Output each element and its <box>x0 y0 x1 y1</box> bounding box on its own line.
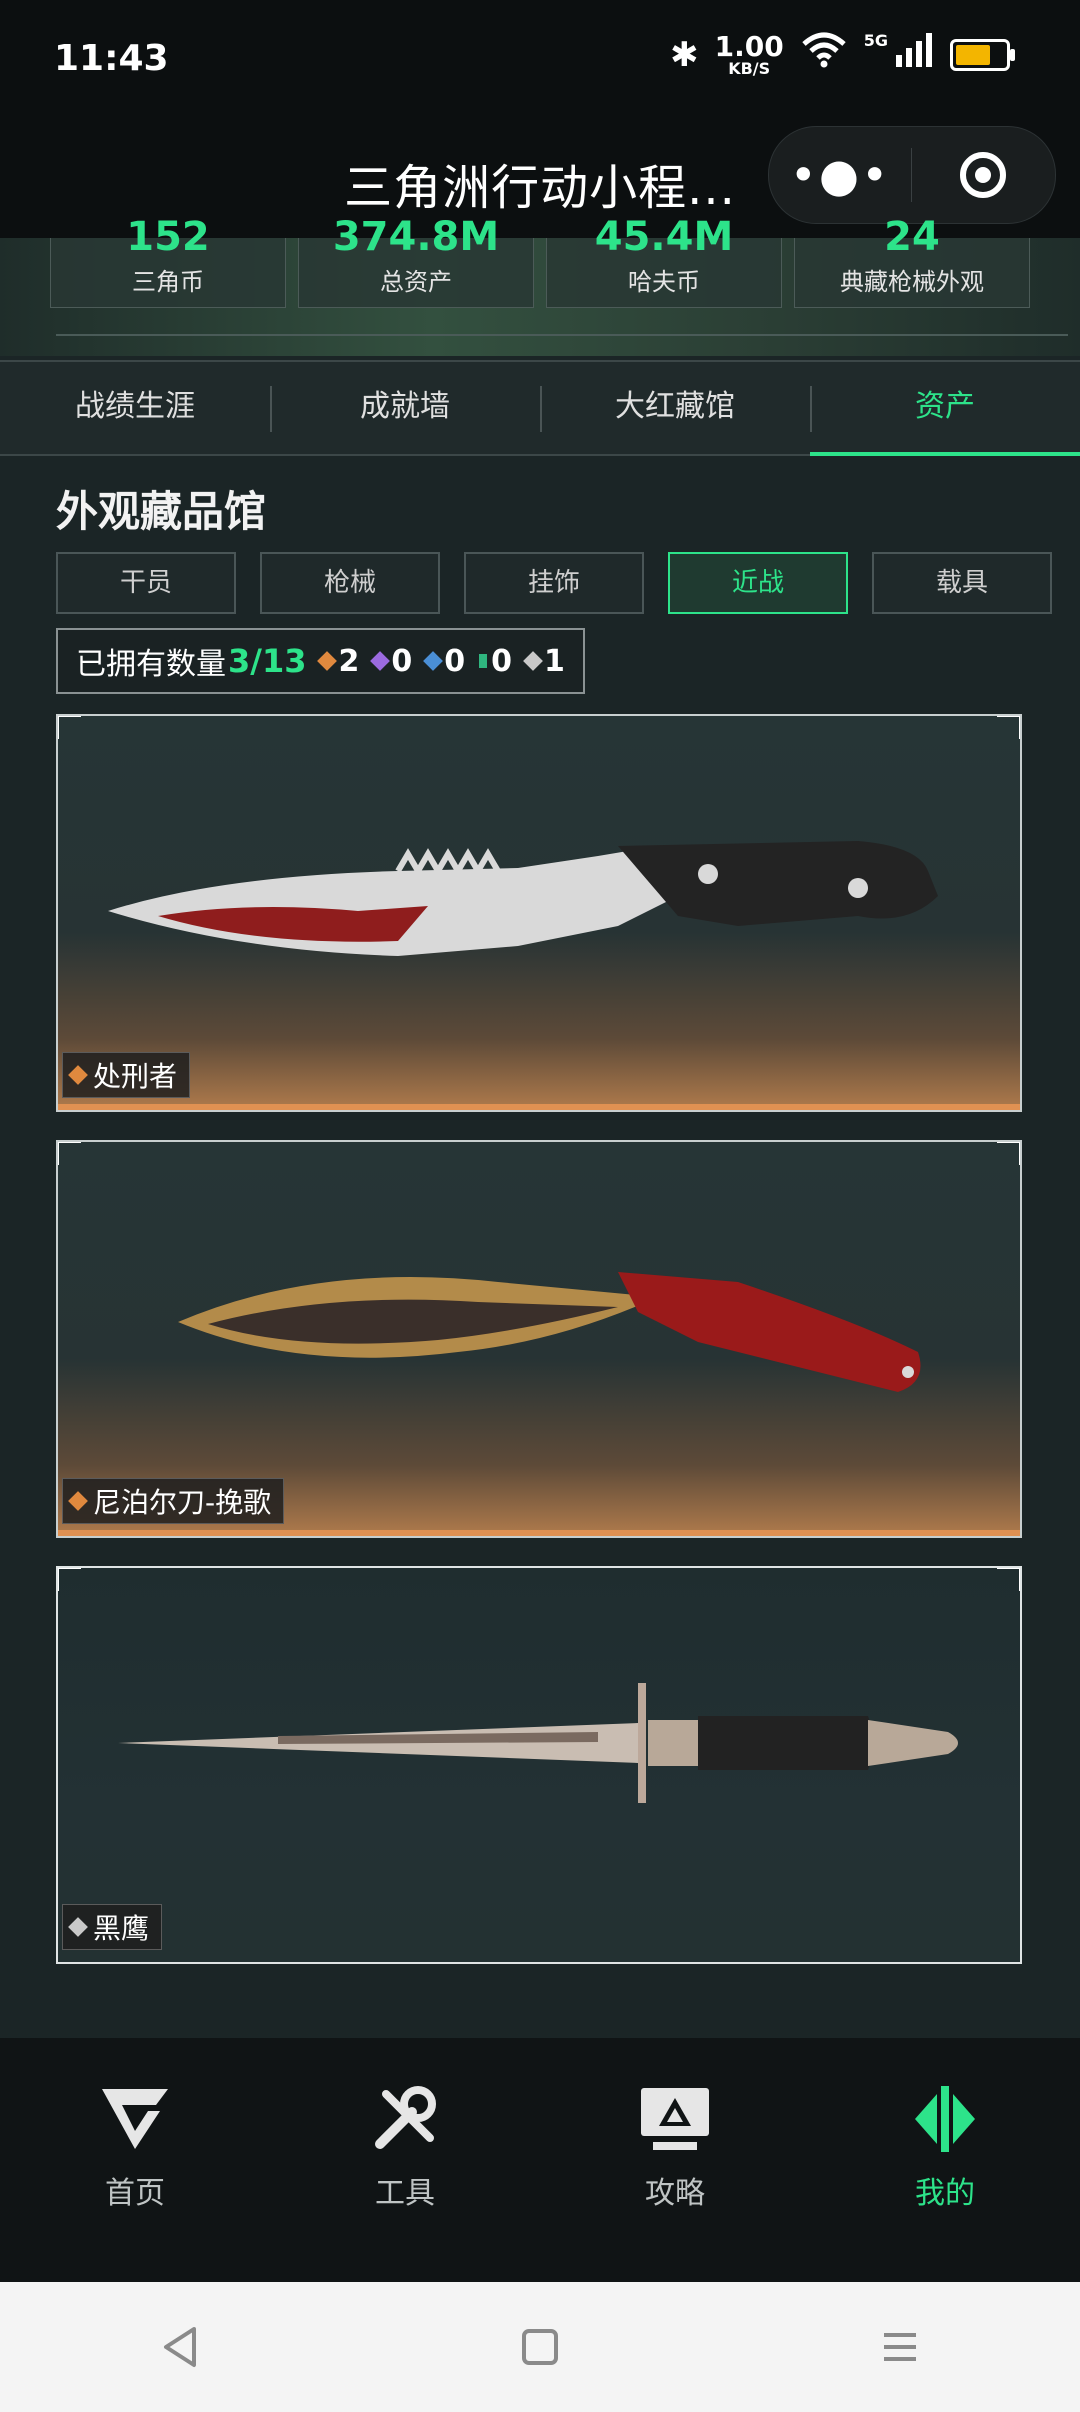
stat-value: 45.4M <box>594 214 734 260</box>
item-name: 黑鹰 <box>93 1912 150 1945</box>
status-icons: ✱ 1.00 KB/S 5G <box>670 29 1015 78</box>
stat-value: 374.8M <box>332 214 500 260</box>
stat-label: 典藏枪械外观 <box>840 268 984 296</box>
home-button[interactable] <box>495 2302 585 2392</box>
nav-label: 工具 <box>375 2176 435 2211</box>
nav-guide[interactable]: 攻略 <box>540 2038 810 2282</box>
status-bar: 11:43 ✱ 1.00 KB/S 5G <box>0 0 1080 120</box>
stat-card: 374.8M 总资产 <box>298 214 534 308</box>
network-speed: 1.00 KB/S <box>714 29 784 78</box>
signal-icon <box>894 33 934 76</box>
close-button[interactable] <box>912 152 1054 198</box>
rarity-count: 0 <box>491 643 512 679</box>
more-dots-icon[interactable]: •●• <box>769 148 911 202</box>
asset-stats: 152 三角币 374.8M 总资产 45.4M 哈夫币 24 典藏枪械外观 <box>0 214 1080 356</box>
guide-monitor-icon <box>540 2084 810 2154</box>
system-nav-bar <box>0 2282 1080 2412</box>
section-title: 外观藏品馆 <box>56 487 267 536</box>
rarity-green: 0 <box>479 644 512 679</box>
knife-image-executioner <box>108 841 938 956</box>
rarity-purple: 0 <box>370 643 413 679</box>
item-name-tag: 尼泊尔刀-挽歌 <box>62 1478 285 1524</box>
stat-value: 24 <box>884 214 940 260</box>
item-name: 处刑者 <box>93 1060 178 1093</box>
rarity-count: 0 <box>444 643 466 679</box>
menu-lines-icon <box>884 2333 916 2361</box>
stat-label: 总资产 <box>380 268 452 296</box>
item-name: 尼泊尔刀-挽歌 <box>93 1486 272 1519</box>
rarity-orange: 2 <box>317 643 360 679</box>
rarity-diamond-icon <box>68 1065 88 1085</box>
capsule-menu: •●• <box>768 126 1056 224</box>
item-card[interactable]: 处刑者 <box>56 714 1022 1112</box>
rarity-diamond-icon <box>68 1491 88 1511</box>
tools-icon <box>270 2084 540 2154</box>
rarity-diamond-icon <box>370 651 391 671</box>
tab-achievements[interactable]: 成就墙 <box>270 362 540 454</box>
knife-image-kukri <box>178 1272 921 1392</box>
rarity-diamond-icon <box>423 651 444 671</box>
rarity-diamond-icon <box>68 1917 88 1937</box>
menu-button[interactable] <box>855 2302 945 2392</box>
profile-logo-icon <box>810 2084 1080 2154</box>
category-vehicles[interactable]: 载具 <box>872 552 1052 614</box>
rarity-bar <box>58 1530 1020 1536</box>
rarity-count: 1 <box>543 643 565 679</box>
home-square-icon <box>522 2329 558 2365</box>
tab-red-collection[interactable]: 大红藏馆 <box>540 362 810 454</box>
home-logo-icon <box>0 2084 270 2154</box>
item-name-tag: 处刑者 <box>62 1052 191 1098</box>
category-melee[interactable]: 近战 <box>668 552 848 614</box>
nav-label: 我的 <box>915 2176 975 2211</box>
target-icon <box>960 152 1006 198</box>
bluetooth-icon: ✱ <box>670 34 699 75</box>
nav-label: 攻略 <box>645 2176 705 2211</box>
stats-divider <box>56 334 1068 336</box>
category-operator[interactable]: 干员 <box>56 552 236 614</box>
item-name-tag: 黑鹰 <box>62 1904 163 1950</box>
nav-label: 首页 <box>105 2176 165 2211</box>
category-charms[interactable]: 挂饰 <box>464 552 644 614</box>
rarity-count: 2 <box>338 643 360 679</box>
tab-assets[interactable]: 资产 <box>810 362 1080 456</box>
owned-count: 3/13 <box>228 642 307 680</box>
profile-tabs: 战绩生涯 成就墙 大红藏馆 资产 <box>0 360 1080 456</box>
category-filter: 干员 枪械 挂饰 近战 载具 <box>56 552 1052 614</box>
battery-icon <box>950 38 1015 71</box>
stat-card: 24 典藏枪械外观 <box>794 214 1030 308</box>
network-type: 5G <box>863 31 888 50</box>
knife-image-black-eagle <box>118 1683 958 1803</box>
nav-home[interactable]: 首页 <box>0 2038 270 2282</box>
rarity-diamond-icon <box>479 654 488 668</box>
stat-card: 45.4M 哈夫币 <box>546 214 782 308</box>
speed-value: 1.00 <box>714 29 784 63</box>
item-card[interactable]: 尼泊尔刀-挽歌 <box>56 1140 1022 1538</box>
rarity-diamond-icon <box>317 651 338 671</box>
status-time: 11:43 <box>54 38 169 79</box>
rarity-white: 1 <box>523 643 565 679</box>
rarity-blue: 0 <box>423 643 466 679</box>
stat-label: 哈夫币 <box>628 268 700 296</box>
back-triangle-icon <box>164 2327 196 2367</box>
bottom-nav: 首页 工具 攻略 我的 <box>0 2038 1080 2282</box>
owned-count-bar: 已拥有数量 3/13 2 0 0 0 1 <box>56 628 585 694</box>
stat-value: 152 <box>126 214 210 260</box>
speed-unit: KB/S <box>728 58 771 78</box>
item-card[interactable]: 黑鹰 <box>56 1566 1022 1964</box>
rarity-diamond-icon <box>523 651 543 671</box>
category-firearms[interactable]: 枪械 <box>260 552 440 614</box>
stat-card: 152 三角币 <box>50 214 286 308</box>
stat-label: 三角币 <box>132 268 204 296</box>
back-button[interactable] <box>135 2302 225 2392</box>
wifi-icon <box>800 32 848 77</box>
tab-career[interactable]: 战绩生涯 <box>0 362 270 454</box>
nav-tools[interactable]: 工具 <box>270 2038 540 2282</box>
rarity-count: 0 <box>391 643 413 679</box>
rarity-bar <box>58 1104 1020 1110</box>
nav-profile[interactable]: 我的 <box>810 2038 1080 2282</box>
owned-label: 已拥有数量 <box>76 647 226 682</box>
